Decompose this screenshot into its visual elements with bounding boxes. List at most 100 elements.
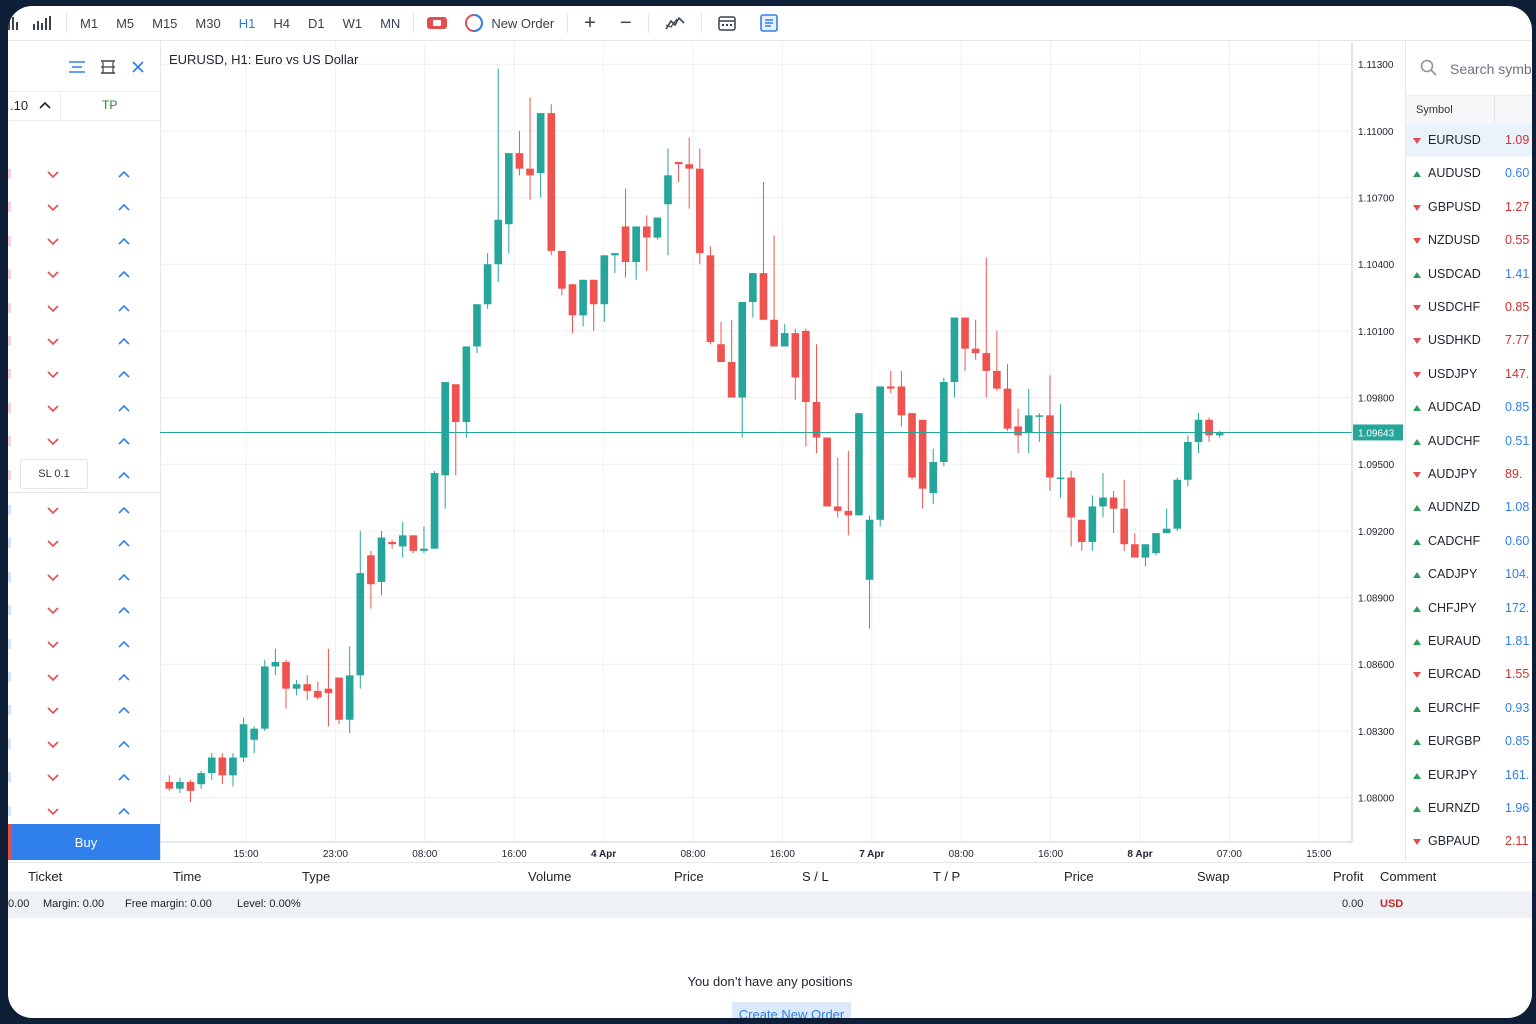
symbol-row[interactable]: GBPUSD 1.27 — [1406, 191, 1532, 224]
chevron-down-icon[interactable] — [47, 507, 59, 515]
symbol-row[interactable]: EURAUD 1.81 — [1406, 625, 1532, 658]
chevron-down-icon[interactable] — [47, 774, 59, 782]
chevron-down-icon[interactable] — [47, 707, 59, 715]
price-chart[interactable]: 1.11300 1.11000 1.10700 1.10400 1.10100 1.098… — [160, 42, 1404, 862]
chart-type-candles-icon[interactable] — [24, 6, 62, 40]
column-header-sl[interactable]: S / L — [802, 869, 829, 884]
chevron-down-icon[interactable] — [47, 171, 59, 179]
chevron-down-icon[interactable] — [47, 574, 59, 582]
stop-loss-input[interactable]: SL 0.1 — [20, 459, 88, 489]
chevron-down-icon[interactable] — [47, 238, 59, 246]
column-header-swap[interactable]: Swap — [1197, 869, 1230, 884]
chevron-down-icon[interactable] — [47, 741, 59, 749]
timeframe-m5[interactable]: M5 — [107, 6, 143, 40]
column-header-time[interactable]: Time — [173, 869, 201, 884]
symbol-row[interactable]: CADJPY 104. — [1406, 558, 1532, 591]
chevron-up-icon[interactable] — [118, 237, 130, 245]
chevron-up-icon[interactable] — [118, 304, 130, 312]
chevron-up-icon[interactable] — [118, 337, 130, 345]
chart-type-bars-icon[interactable] — [8, 6, 24, 40]
chevron-up-icon[interactable] — [118, 539, 130, 547]
chevron-down-icon[interactable] — [47, 338, 59, 346]
symbol-search[interactable]: Search symbol — [1406, 41, 1532, 96]
symbol-row[interactable]: EURCAD 1.55 — [1406, 658, 1532, 691]
zoom-out-icon[interactable]: − — [608, 6, 644, 40]
new-order-button[interactable]: New Order — [456, 6, 563, 40]
chevron-up-icon[interactable] — [118, 673, 130, 681]
chevron-up-icon[interactable] — [118, 170, 130, 178]
symbol-row[interactable]: AUDJPY 89. — [1406, 458, 1532, 491]
chevron-up-icon[interactable] — [118, 370, 130, 378]
timeframe-w1[interactable]: W1 — [334, 6, 372, 40]
chevron-up-icon[interactable] — [118, 706, 130, 714]
symbol-row[interactable]: EURNZD 1.96 — [1406, 792, 1532, 825]
timeframe-m1[interactable]: M1 — [71, 6, 107, 40]
symbol-row[interactable]: NZDUSD 0.55 — [1406, 224, 1532, 257]
chevron-down-icon[interactable] — [47, 405, 59, 413]
symbol-row[interactable]: USDHKD 7.77 — [1406, 324, 1532, 357]
timeframe-mn[interactable]: MN — [371, 6, 409, 40]
timeframe-d1[interactable]: D1 — [299, 6, 334, 40]
column-header-tp[interactable]: T / P — [933, 869, 960, 884]
symbol-row[interactable]: EURUSD 1.09 — [1406, 124, 1532, 157]
buy-button[interactable]: Buy — [8, 824, 160, 860]
zoom-in-icon[interactable]: + — [572, 6, 608, 40]
column-header-type[interactable]: Type — [302, 869, 330, 884]
symbol-row[interactable]: GBPAUD 2.11 — [1406, 825, 1532, 858]
align-center-icon[interactable] — [68, 59, 86, 75]
timeframe-m15[interactable]: M15 — [143, 6, 186, 40]
chevron-up-icon[interactable] — [118, 573, 130, 581]
timeframe-h1[interactable]: H1 — [230, 6, 265, 40]
symbol-row[interactable]: AUDNZD 1.08 — [1406, 491, 1532, 524]
chevron-up-icon[interactable] — [118, 640, 130, 648]
column-header-price[interactable]: Price — [674, 869, 704, 884]
chevron-up-icon[interactable] — [118, 404, 130, 412]
chevron-down-icon[interactable] — [47, 371, 59, 379]
symbol-row[interactable]: AUDCAD 0.85 — [1406, 391, 1532, 424]
chevron-down-icon[interactable] — [47, 204, 59, 212]
column-header-volume[interactable]: Volume — [528, 869, 571, 884]
chevron-down-icon[interactable] — [47, 305, 59, 313]
chevron-down-icon[interactable] — [47, 641, 59, 649]
symbol-row[interactable]: AUDCHF 0.51 — [1406, 425, 1532, 458]
one-click-trading-icon[interactable] — [418, 6, 456, 40]
column-header-comment[interactable]: Comment — [1380, 869, 1436, 884]
chevron-up-icon[interactable] — [118, 270, 130, 278]
chevron-down-icon[interactable] — [47, 674, 59, 682]
chevron-down-icon[interactable] — [47, 438, 59, 446]
chevron-up-icon[interactable] — [118, 437, 130, 445]
close-icon[interactable] — [131, 60, 145, 74]
collapse-icon[interactable] — [100, 59, 116, 75]
timeframe-m30[interactable]: M30 — [186, 6, 229, 40]
symbol-row[interactable]: EURGBP 0.85 — [1406, 725, 1532, 758]
symbol-row[interactable]: USDCHF 0.85 — [1406, 291, 1532, 324]
chevron-up-icon[interactable] — [118, 740, 130, 748]
chevron-down-icon[interactable] — [47, 808, 59, 816]
chevron-up-icon[interactable] — [118, 807, 130, 815]
symbol-row[interactable]: USDJPY 147. — [1406, 358, 1532, 391]
chevron-down-icon[interactable] — [47, 540, 59, 548]
timeframe-h4[interactable]: H4 — [264, 6, 299, 40]
chevron-up-icon[interactable] — [118, 203, 130, 211]
symbol-row[interactable]: EURJPY 161. — [1406, 759, 1532, 792]
column-header-profit[interactable]: Profit — [1333, 869, 1363, 884]
chevron-down-icon[interactable] — [47, 607, 59, 615]
chevron-up-icon[interactable] — [39, 101, 51, 109]
chevron-up-icon[interactable] — [118, 606, 130, 614]
chevron-down-icon[interactable] — [47, 271, 59, 279]
calendar-icon[interactable] — [706, 6, 748, 40]
symbol-row[interactable]: CHFJPY 172. — [1406, 592, 1532, 625]
chevron-up-icon[interactable] — [118, 773, 130, 781]
chevron-up-icon[interactable] — [118, 506, 130, 514]
chevron-up-icon[interactable] — [118, 471, 130, 479]
indicators-icon[interactable] — [653, 6, 697, 40]
create-new-order-button[interactable]: Create New Order — [732, 1002, 851, 1018]
order-panel-icon[interactable] — [748, 6, 790, 40]
column-header-ticket[interactable]: Ticket — [28, 869, 62, 884]
column-header-price[interactable]: Price — [1064, 869, 1094, 884]
symbol-row[interactable]: CADCHF 0.60 — [1406, 525, 1532, 558]
symbol-row[interactable]: USDCAD 1.41 — [1406, 258, 1532, 291]
chart-canvas[interactable]: 1.11300 1.11000 1.10700 1.10400 1.10100 1.098… — [160, 42, 1404, 862]
symbol-row[interactable]: AUDUSD 0.60 — [1406, 157, 1532, 190]
symbol-row[interactable]: EURCHF 0.93 — [1406, 692, 1532, 725]
